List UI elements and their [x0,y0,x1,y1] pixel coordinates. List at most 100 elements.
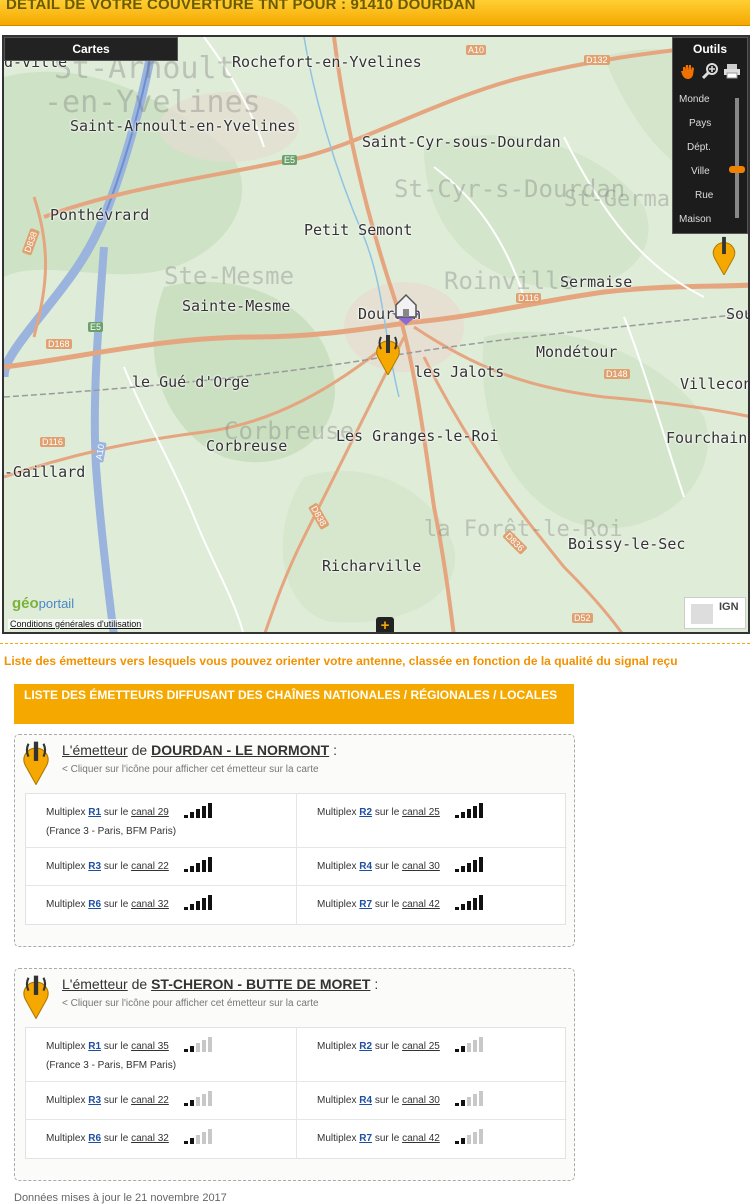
multiplex-cell: Multiplex R1 sur le canal 29 (France 3 -… [26,794,297,848]
map-place-label: Villeconi [680,375,748,393]
road-label: D116 [40,437,65,447]
road-label: A10 [466,45,487,55]
signal-bar [189,866,194,872]
map-place-label: -Gaillard [4,463,86,481]
multiplex-link[interactable]: R1 [88,1041,101,1052]
signal-bar [460,1100,465,1106]
signal-bar [460,812,465,818]
signal-bar [472,1132,477,1144]
multiplex-link[interactable]: R7 [359,1133,372,1144]
signal-strength-icon [454,856,483,872]
signal-bar [183,815,188,818]
multiplex-link[interactable]: R4 [359,861,372,872]
signal-bar [189,1046,194,1052]
road-label: D52 [572,613,593,623]
maps-button[interactable]: Cartes [4,37,178,61]
signal-strength-icon [183,802,212,818]
transmitter-name[interactable]: ST-CHERON - BUTTE DE MORET [151,976,370,992]
signal-bar [189,1138,194,1144]
expand-icon[interactable]: + [376,617,394,632]
transmitter-marker-icon[interactable] [374,333,402,375]
signal-strength-icon [183,856,212,872]
signal-bar [207,1091,212,1106]
signal-strength-icon [454,802,483,818]
zoom-icon[interactable] [701,62,719,80]
signal-bar [207,857,212,872]
transmitter-icon[interactable] [21,739,51,785]
transmitter-hint: < Cliquer sur l'icône pour afficher cet … [62,998,319,1009]
signal-bar [183,1141,188,1144]
multiplex-cell: Multiplex R2 sur le canal 25 [297,1028,567,1082]
signal-strength-icon [183,1090,212,1106]
signal-bar [183,1103,188,1106]
map-place-label: Fourchainv [666,429,750,447]
channel-link[interactable]: canal 25 [402,807,440,818]
transmitter-card: L'émetteur de DOURDAN - LE NORMONT : < C… [14,734,575,947]
signal-strength-icon [454,1128,483,1144]
signal-bar [454,869,459,872]
signal-bar [195,901,200,910]
map-place-label: Corbreuse [206,437,288,455]
coverage-map[interactable]: St-Arnoult -en-Yvelines Ste-Mesme St-Cyr… [2,35,750,634]
channel-link[interactable]: canal 22 [131,1095,169,1106]
signal-bar [460,904,465,910]
signal-bar [454,907,459,910]
signal-bar [454,1141,459,1144]
signal-bar [454,1103,459,1106]
multiplex-link[interactable]: R6 [88,899,101,910]
zoom-slider-thumb[interactable] [729,166,745,173]
multiplex-cell: Multiplex R6 sur le canal 32 [26,886,297,924]
road-label: D116 [516,293,541,303]
section-title: LISTE DES ÉMETTEURS DIFFUSANT DES CHAÎNE… [14,684,574,724]
channel-link[interactable]: canal 30 [402,861,440,872]
transmitter-marker-icon[interactable] [710,235,738,275]
map-place-label: les Jalots [414,363,505,381]
signal-bar [454,1049,459,1052]
channel-link[interactable]: canal 22 [131,861,169,872]
signal-bar [207,1129,212,1144]
multiplex-cell: Multiplex R7 sur le canal 42 [297,886,567,924]
channel-link[interactable]: canal 30 [402,1095,440,1106]
multiplex-note: (France 3 - Paris, BFM Paris) [46,1060,177,1071]
home-marker-icon[interactable] [388,291,424,331]
ign-logo: IGN [684,597,746,629]
signal-bar [460,866,465,872]
transmitter-icon[interactable] [21,973,51,1019]
signal-bar [195,1135,200,1144]
signal-bar [207,1037,212,1052]
map-ghost-label: Roinville [444,267,575,295]
signal-bar [189,812,194,818]
page-header: DETAIL DE VOTRE COUVERTURE TNT POUR : 91… [0,0,750,26]
multiplex-link[interactable]: R4 [359,1095,372,1106]
channel-link[interactable]: canal 25 [402,1041,440,1052]
pan-hand-icon[interactable] [679,62,697,80]
zoom-slider-track[interactable] [735,98,739,218]
channel-link[interactable]: canal 35 [131,1041,169,1052]
channel-link[interactable]: canal 29 [131,807,169,818]
signal-strength-icon [454,1090,483,1106]
signal-bar [195,809,200,818]
multiplex-link[interactable]: R2 [359,1041,372,1052]
channel-link[interactable]: canal 42 [402,1133,440,1144]
channel-link[interactable]: canal 42 [402,899,440,910]
transmitter-name[interactable]: DOURDAN - LE NORMONT [151,742,329,758]
map-place-label: Saint-Arnoult-en-Yvelines [70,117,296,135]
multiplex-link[interactable]: R6 [88,1133,101,1144]
signal-bar [466,901,471,910]
terms-link[interactable]: Conditions générales d'utilisation [8,619,144,629]
multiplex-link[interactable]: R3 [88,1095,101,1106]
channel-link[interactable]: canal 32 [131,1133,169,1144]
signal-strength-icon [183,1128,212,1144]
signal-bar [201,898,206,910]
map-place-label: Petit Semont [304,221,413,239]
print-icon[interactable] [723,62,741,80]
multiplex-link[interactable]: R3 [88,861,101,872]
transmitter-title: L'émetteur de DOURDAN - LE NORMONT : [62,742,337,758]
signal-bar [472,1094,477,1106]
multiplex-link[interactable]: R2 [359,807,372,818]
channel-link[interactable]: canal 32 [131,899,169,910]
signal-bar [183,1049,188,1052]
signal-strength-icon [183,1036,212,1052]
multiplex-link[interactable]: R1 [88,807,101,818]
multiplex-link[interactable]: R7 [359,899,372,910]
